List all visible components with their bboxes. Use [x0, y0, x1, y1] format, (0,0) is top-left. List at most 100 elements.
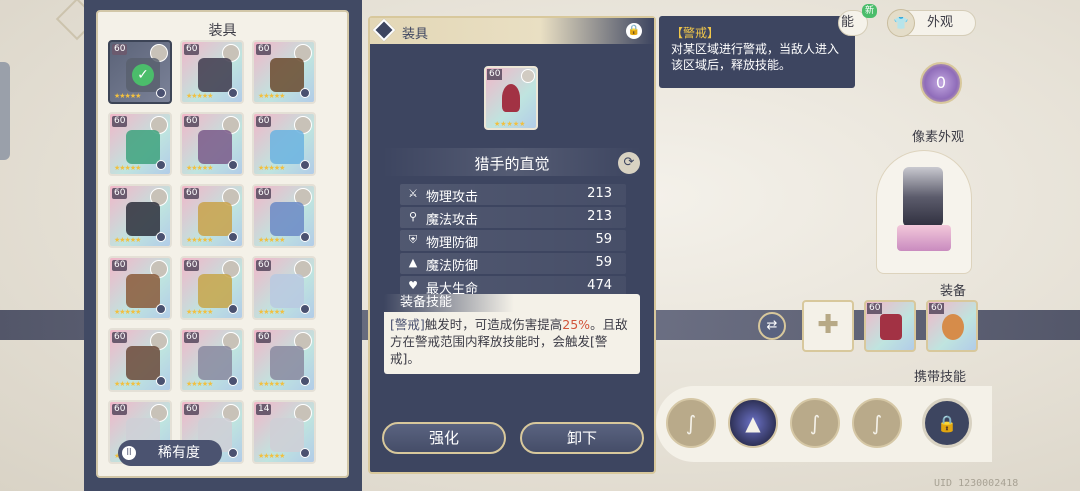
equipment-slot[interactable]: 60 ★★★★★ — [108, 256, 172, 320]
stat-row: ⚔ 物理攻击 213 — [400, 184, 626, 205]
category-icon — [372, 18, 396, 42]
slot-level: 60 — [256, 332, 272, 343]
slot-art — [126, 274, 160, 308]
element-icon — [156, 376, 166, 386]
uid-label: UID 1230002418 — [934, 478, 1019, 489]
slot-level: 60 — [256, 116, 272, 127]
tooltip-title: 【警戒】 — [671, 26, 720, 40]
equipment-slot[interactable]: 14 ★★★★★ — [252, 400, 316, 464]
equipment-slot[interactable]: 60 ★★★★★ — [180, 112, 244, 176]
equipment-slot[interactable]: 60 ★★★★★ — [108, 328, 172, 392]
skill-tag[interactable]: [警戒] — [390, 317, 425, 332]
element-icon — [228, 88, 238, 98]
slot-level: 14 — [256, 404, 272, 415]
slot-level: 60 — [184, 44, 200, 55]
enhance-button[interactable]: 强化 — [382, 422, 506, 454]
slot-level: 60 — [256, 188, 272, 199]
slot-stars: ★★★★★ — [114, 380, 141, 388]
equip-slot-1[interactable]: 60 — [864, 300, 916, 352]
element-icon — [300, 448, 310, 458]
stat-value: 213 — [587, 209, 612, 224]
slot-art — [198, 274, 232, 308]
skill-slot-lock-icon[interactable]: 🔒 — [922, 398, 972, 448]
element-icon — [300, 232, 310, 242]
new-badge: 新 — [862, 4, 878, 18]
swap-icon[interactable]: ⇄ — [758, 312, 786, 340]
pixel-pedestal — [897, 225, 951, 251]
equipment-slot[interactable]: 60 ★★★★★ — [180, 328, 244, 392]
equip-level: 60 — [867, 303, 883, 314]
slot-art — [198, 130, 232, 164]
skill-slot-staff-icon[interactable]: ∫ — [666, 398, 716, 448]
stat-label: 物理防御 — [426, 236, 479, 251]
element-icon — [300, 376, 310, 386]
carry-skill-label: 携带技能 — [914, 370, 967, 385]
lock-icon[interactable]: 🔒 — [626, 23, 642, 39]
element-icon — [228, 376, 238, 386]
pixel-avatar-card[interactable] — [876, 150, 972, 274]
equip-section-label: 装备 — [940, 284, 967, 299]
stat-value: 59 — [595, 232, 612, 247]
stat-row: ▲ 魔法防御 59 — [400, 253, 626, 274]
slot-stars: ★★★★★ — [258, 380, 285, 388]
item-stars: ★★★★★ — [494, 120, 526, 128]
slot-stars: ★★★★★ — [258, 164, 285, 172]
slot-level: 60 — [184, 188, 200, 199]
stat-label: 魔法防御 — [426, 259, 479, 274]
check-icon: ✓ — [132, 64, 154, 86]
equip-level: 60 — [929, 303, 945, 314]
slot-art — [270, 346, 304, 380]
slot-art — [270, 418, 304, 452]
equip-slot-2[interactable]: 60 — [926, 300, 978, 352]
equipment-slot[interactable]: 60 ★★★★★ — [252, 184, 316, 248]
detail-header-title: 装具 — [402, 27, 429, 42]
equipment-panel: 装具 60 ✓ ★★★★★ 60 ★★★★★ 60 ★★★★★ 60 ★★★★★ 60 ★★★★★ 6… — [84, 0, 362, 491]
heart-emblem-icon[interactable]: 0 — [920, 62, 962, 104]
equipment-slot[interactable]: 60 ★★★★★ — [252, 328, 316, 392]
slot-stars: ★★★★★ — [258, 236, 285, 244]
sword-icon: ⚔ — [408, 187, 418, 200]
skill-slot-staff-icon[interactable]: ∫ — [790, 398, 840, 448]
refresh-icon[interactable]: ⟳ — [618, 152, 640, 174]
equipment-slot[interactable]: 60 ★★★★★ — [108, 112, 172, 176]
item-name-bar: 猎手的直觉 — [382, 148, 642, 176]
equipment-slot[interactable]: 60 ★★★★★ — [252, 256, 316, 320]
element-icon — [156, 304, 166, 314]
skill-slot-active[interactable]: ▲ — [728, 398, 778, 448]
slot-level: 60 — [184, 260, 200, 271]
slot-stars: ★★★★★ — [186, 308, 213, 316]
equipment-slot[interactable]: 60 ★★★★★ — [180, 40, 244, 104]
equipment-slot[interactable]: 60 ★★★★★ — [108, 184, 172, 248]
heart-icon: ♥ — [408, 279, 418, 292]
slot-art — [126, 130, 160, 164]
tab-appearance[interactable]: 👕 外观 — [887, 9, 976, 37]
side-handle[interactable] — [0, 62, 10, 160]
detail-header: 装具 🔒 — [370, 18, 654, 44]
stat-value: 59 — [595, 255, 612, 270]
pixel-character — [903, 167, 943, 227]
slot-stars: ★★★★★ — [258, 308, 285, 316]
slot-art — [270, 58, 304, 92]
equipment-slot[interactable]: 60 ★★★★★ — [252, 112, 316, 176]
equipment-grid: 60 ✓ ★★★★★ 60 ★★★★★ 60 ★★★★★ 60 ★★★★★ 60 ★★★★★ 60 ★★… — [108, 40, 328, 464]
element-icon — [300, 304, 310, 314]
weapon-slot-empty[interactable]: ✚ — [802, 300, 854, 352]
slot-art — [270, 202, 304, 236]
equip-art — [880, 314, 902, 340]
item-name: 猎手的直觉 — [474, 155, 550, 173]
equipment-slot[interactable]: 60 ★★★★★ — [180, 256, 244, 320]
stat-value: 213 — [587, 186, 612, 201]
hat-icon: ▲ — [408, 256, 418, 269]
slot-level: 60 — [184, 404, 200, 415]
skill-slot-staff-icon[interactable]: ∫ — [852, 398, 902, 448]
equipment-slot[interactable]: 60 ★★★★★ — [252, 40, 316, 104]
unequip-button[interactable]: 卸下 — [520, 422, 644, 454]
skill-text-a: 触发时，可造成伤害提高 — [424, 317, 563, 332]
slot-level: 60 — [256, 260, 272, 271]
slot-stars: ★★★★★ — [186, 164, 213, 172]
slot-stars: ★★★★★ — [258, 92, 285, 100]
slot-level: 60 — [112, 44, 128, 55]
stat-label: 魔法攻击 — [426, 213, 479, 228]
equipment-slot[interactable]: 60 ✓ ★★★★★ — [108, 40, 172, 104]
equipment-slot[interactable]: 60 ★★★★★ — [180, 184, 244, 248]
